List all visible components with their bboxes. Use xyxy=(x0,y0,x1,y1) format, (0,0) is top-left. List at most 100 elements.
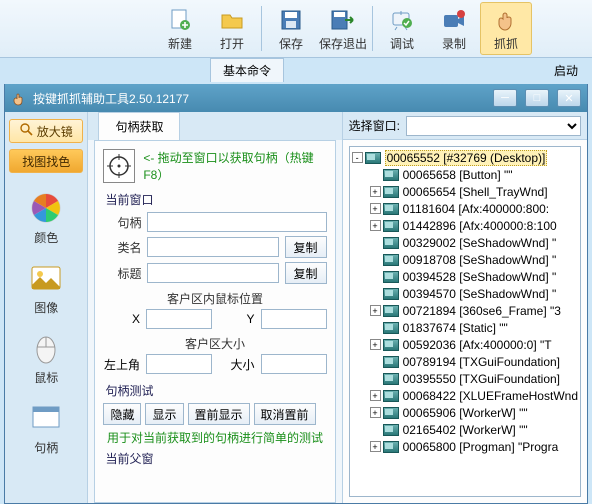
maximize-button[interactable]: □ xyxy=(525,89,549,107)
tree-node[interactable]: 02165402 [WorkerW] "" xyxy=(352,421,578,438)
find-image-color-button[interactable]: 找图找色 xyxy=(9,149,83,173)
drag-target-box[interactable] xyxy=(103,149,135,183)
window-node-icon xyxy=(383,356,399,368)
tab-basic-commands[interactable]: 基本命令 xyxy=(210,58,284,82)
tree-node-label: 00065906 [WorkerW] "" xyxy=(403,406,528,420)
show-button[interactable]: 显示 xyxy=(145,403,183,425)
copy-title-button[interactable]: 复制 xyxy=(285,262,327,284)
cancel-front-button[interactable]: 取消置前 xyxy=(254,403,316,425)
collapse-icon[interactable]: - xyxy=(352,152,363,163)
test-note: 用于对当前获取到的句柄进行简单的测试 xyxy=(103,429,326,446)
expand-icon[interactable]: + xyxy=(370,390,381,401)
input-size[interactable] xyxy=(261,354,327,374)
window-node-icon xyxy=(383,390,399,402)
expand-icon[interactable]: + xyxy=(370,339,381,350)
tree-spacer xyxy=(370,356,381,367)
titlebar[interactable]: 按键抓抓辅助工具2.50.12177 ─ □ ✕ xyxy=(5,84,587,112)
launch-label[interactable]: 启动 xyxy=(546,58,586,83)
label-classname: 类名 xyxy=(103,239,141,256)
tree-node[interactable]: 00395550 [TXGuiFoundation] xyxy=(352,370,578,387)
window-node-icon xyxy=(383,373,399,385)
tree-node-label: 00918708 [SeShadowWnd] " xyxy=(403,253,557,267)
side-item-color[interactable]: 颜色 xyxy=(10,190,82,246)
app-icon xyxy=(11,90,27,106)
crosshair-icon xyxy=(105,152,133,180)
expand-icon[interactable]: + xyxy=(370,220,381,231)
magnifier-icon xyxy=(20,123,34,140)
input-topleft[interactable] xyxy=(146,354,212,374)
side-item-handle[interactable]: 句柄 xyxy=(10,400,82,456)
tree-node-label: 00065658 [Button] "" xyxy=(403,168,513,182)
window-node-icon xyxy=(383,339,399,351)
tree-node[interactable]: +00065800 [Progman] "Progra xyxy=(352,438,578,455)
expand-icon[interactable]: + xyxy=(370,305,381,316)
tree-node-label: 00329002 [SeShadowWnd] " xyxy=(403,236,557,250)
toolbar-open[interactable]: 打开 xyxy=(206,2,258,55)
tree-node[interactable]: +01181604 [Afx:400000:800: xyxy=(352,200,578,217)
close-button[interactable]: ✕ xyxy=(557,89,581,107)
tree-node[interactable]: 00065658 [Button] "" xyxy=(352,166,578,183)
toolbar-record[interactable]: 录制 xyxy=(428,2,480,55)
tree-node[interactable]: 00394528 [SeShadowWnd] " xyxy=(352,268,578,285)
grab-tool-window: 按键抓抓辅助工具2.50.12177 ─ □ ✕ 放大镜 找图找色 颜色 图像 … xyxy=(4,84,588,504)
window-node-icon xyxy=(383,169,399,181)
tree-node[interactable]: +00721894 [360se6_Frame] "3 xyxy=(352,302,578,319)
window-node-icon xyxy=(383,220,399,232)
palette-icon xyxy=(28,190,64,226)
toolbar-debug[interactable]: 调试 xyxy=(376,2,428,55)
window-tree[interactable]: -00065552 [#32769 (Desktop)] 00065658 [Bu… xyxy=(349,146,581,497)
tree-node[interactable]: +00065906 [WorkerW] "" xyxy=(352,404,578,421)
folder-open-icon xyxy=(218,6,246,34)
window-node-icon xyxy=(383,288,399,300)
toolbar-save[interactable]: 保存 xyxy=(265,2,317,55)
input-x[interactable] xyxy=(146,309,212,329)
tree-spacer xyxy=(370,271,381,282)
tree-node[interactable]: 00918708 [SeShadowWnd] " xyxy=(352,251,578,268)
select-window-dropdown[interactable] xyxy=(406,116,581,136)
side-item-mouse[interactable]: 鼠标 xyxy=(10,330,82,386)
toolbar-save-exit[interactable]: 保存退出 xyxy=(317,2,369,55)
window-node-icon xyxy=(383,271,399,283)
section-client-size: 客户区大小 xyxy=(103,335,326,352)
tree-node[interactable]: +00068422 [XLUEFrameHostWnd xyxy=(352,387,578,404)
expand-icon[interactable]: + xyxy=(370,203,381,214)
tree-node-label: 00068422 [XLUEFrameHostWnd xyxy=(403,389,578,403)
minimize-button[interactable]: ─ xyxy=(493,89,517,107)
side-item-image[interactable]: 图像 xyxy=(10,260,82,316)
tree-node[interactable]: -00065552 [#32769 (Desktop)] xyxy=(352,149,578,166)
tree-spacer xyxy=(370,254,381,265)
tree-spacer xyxy=(370,237,381,248)
copy-classname-button[interactable]: 复制 xyxy=(285,236,327,258)
label-size: 大小 xyxy=(218,356,255,373)
toolbar-new[interactable]: 新建 xyxy=(154,2,206,55)
input-title[interactable] xyxy=(147,263,278,283)
tree-node[interactable]: 00789194 [TXGuiFoundation] xyxy=(352,353,578,370)
tree-node[interactable]: +00065654 [Shell_TrayWnd] xyxy=(352,183,578,200)
tree-node[interactable]: 00394570 [SeShadowWnd] " xyxy=(352,285,578,302)
save-icon xyxy=(277,6,305,34)
input-classname[interactable] xyxy=(147,237,278,257)
tree-node[interactable]: +00592036 [Afx:400000:0] "T xyxy=(352,336,578,353)
expand-icon[interactable]: + xyxy=(370,186,381,197)
secondary-tabs: 基本命令 xyxy=(210,58,284,82)
input-y[interactable] xyxy=(261,309,327,329)
tree-node-label: 01837674 [Static] "" xyxy=(403,321,508,335)
expand-icon[interactable]: + xyxy=(370,441,381,452)
input-handle[interactable] xyxy=(147,212,326,232)
tree-node[interactable]: +01442896 [Afx:400000:8:100 xyxy=(352,217,578,234)
magnifier-button[interactable]: 放大镜 xyxy=(9,119,83,143)
tab-handle-get[interactable]: 句柄获取 xyxy=(98,112,180,140)
window-node-icon xyxy=(383,441,399,453)
window-node-icon xyxy=(383,254,399,266)
tree-node[interactable]: 01837674 [Static] "" xyxy=(352,319,578,336)
toolbar-grab[interactable]: 抓抓 xyxy=(480,2,532,55)
expand-icon[interactable]: + xyxy=(370,407,381,418)
window-node-icon xyxy=(383,407,399,419)
label-x: X xyxy=(103,312,140,326)
label-y: Y xyxy=(218,312,255,326)
hide-button[interactable]: 隐藏 xyxy=(103,403,141,425)
center-tabbar: 句柄获取 xyxy=(88,112,341,140)
front-button[interactable]: 置前显示 xyxy=(188,403,250,425)
section-mouse-pos: 客户区内鼠标位置 xyxy=(103,290,326,307)
tree-node[interactable]: 00329002 [SeShadowWnd] " xyxy=(352,234,578,251)
